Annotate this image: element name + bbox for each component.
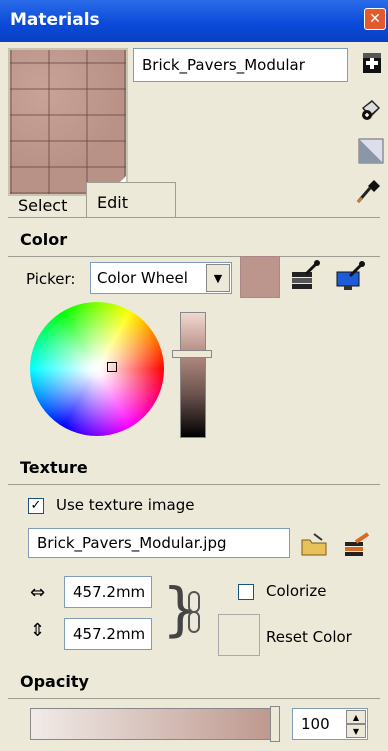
match-color-on-screen-icon[interactable] <box>334 258 368 292</box>
color-wheel[interactable] <box>30 302 164 436</box>
opacity-section-divider <box>8 698 380 699</box>
texture-width-input[interactable]: 457.2mm <box>64 576 152 608</box>
opacity-slider-handle[interactable] <box>270 706 280 742</box>
texture-section-divider <box>8 484 380 485</box>
height-arrows-icon: ⇕ <box>30 620 46 641</box>
opacity-input[interactable]: 100 ▲ ▼ <box>292 708 368 740</box>
opacity-value: 100 <box>301 715 330 733</box>
color-section-header: Color <box>8 230 380 257</box>
use-texture-checkbox[interactable]: ✓ <box>28 498 44 514</box>
color-section-divider <box>8 256 380 257</box>
brightness-slider-handle[interactable] <box>172 350 212 358</box>
opacity-slider[interactable] <box>30 708 280 740</box>
close-button[interactable]: ✕ <box>364 8 386 30</box>
width-arrows-icon: ⇔ <box>30 582 46 603</box>
use-texture-label: Use texture image <box>56 496 195 514</box>
picker-value: Color Wheel <box>97 269 188 287</box>
lock-aspect-chain-icon[interactable] <box>186 590 204 634</box>
colorize-label: Colorize <box>266 582 327 600</box>
color-swatch <box>240 256 280 298</box>
opacity-section-header: Opacity <box>8 672 380 699</box>
paint-bucket-icon[interactable] <box>358 96 384 122</box>
color-wheel-marker[interactable] <box>107 362 117 372</box>
reset-color-label: Reset Color <box>266 628 352 646</box>
create-material-icon[interactable] <box>360 50 386 76</box>
reset-color-swatch[interactable] <box>218 614 260 656</box>
title-bar: Materials ✕ <box>0 0 388 42</box>
material-name-input[interactable]: Brick_Pavers_Modular <box>133 48 348 82</box>
colorize-checkbox[interactable] <box>238 584 254 600</box>
texture-section-header: Texture <box>8 458 380 485</box>
spin-down-icon[interactable]: ▼ <box>346 724 366 738</box>
texture-section-label: Texture <box>20 458 88 477</box>
tab-edit[interactable]: Edit <box>86 182 176 218</box>
chevron-down-icon[interactable]: ▼ <box>206 264 230 292</box>
texture-height-input[interactable]: 457.2mm <box>64 618 152 650</box>
edit-texture-icon[interactable] <box>342 530 372 558</box>
picker-select[interactable]: Color Wheel ▼ <box>90 262 232 294</box>
material-preview <box>8 48 128 196</box>
texture-filename-field[interactable]: Brick_Pavers_Modular.jpg <box>28 528 290 558</box>
browse-folder-icon[interactable] <box>300 530 330 558</box>
window-title: Materials <box>10 10 100 30</box>
match-color-in-model-icon[interactable] <box>288 258 322 292</box>
opacity-section-label: Opacity <box>20 672 89 691</box>
close-icon: ✕ <box>369 11 381 27</box>
tab-divider <box>8 217 380 218</box>
color-section-label: Color <box>20 230 68 249</box>
brightness-slider[interactable] <box>180 312 206 438</box>
picker-label: Picker: <box>26 270 76 288</box>
tab-select[interactable]: Select <box>8 186 86 218</box>
sample-paint-icon[interactable] <box>354 176 382 206</box>
spin-up-icon[interactable]: ▲ <box>346 710 366 724</box>
default-material-icon[interactable] <box>358 138 384 164</box>
